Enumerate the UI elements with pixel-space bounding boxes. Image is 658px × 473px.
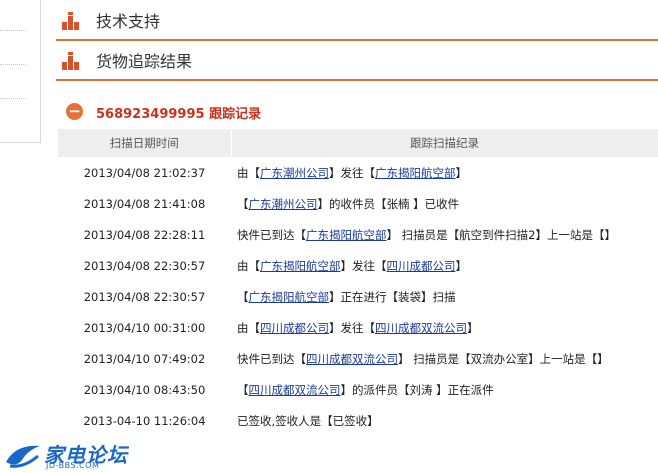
tracking-table: 扫描日期时间 跟踪扫描纪录 2013/04/08 21:02:37 由【广东潮州公… [58, 129, 658, 436]
scan-record: 【四川成都双流公司】的派件员【刘涛 】正在派件 [231, 374, 658, 405]
table-row: 2013/04/10 08:43:50 【四川成都双流公司】的派件员【刘涛 】正在… [58, 374, 658, 405]
scan-datetime: 2013/04/10 07:49:02 [83, 351, 206, 366]
left-sidebar-panel [0, 0, 41, 143]
location-link[interactable]: 广东揭阳航空部 [249, 290, 330, 304]
table-row: 2013/04/10 07:49:02 快件已到达【四川成都双流公司】 扫描员是【… [58, 343, 658, 374]
location-link[interactable]: 广东揭阳航空部 [306, 228, 387, 242]
record-text: 】 [455, 165, 468, 180]
record-text: 】发往【 [329, 320, 375, 335]
location-link[interactable]: 广东揭阳航空部 [260, 259, 341, 273]
record-text: 【 [237, 196, 249, 211]
scan-datetime: 2013/04/08 22:28:11 [83, 227, 206, 242]
table-row: 2013/04/08 22:30:57 由【广东揭阳航空部】发往【四川成都公司】 [58, 250, 658, 281]
record-text: 】 [455, 258, 468, 273]
column-header-record: 跟踪扫描纪录 [231, 129, 658, 157]
tracking-record-header: − 568923499995 跟踪记录 [66, 100, 656, 122]
sidebar-divider [0, 64, 26, 65]
scan-datetime: 2013/04/08 21:41:08 [83, 196, 206, 211]
table-row: 2013-04-10 11:26:04 已签收,签收人是【已签收】 [58, 405, 658, 436]
record-text: 】发往【 [340, 258, 387, 273]
scan-datetime: 2013/04/10 00:31:00 [83, 320, 206, 335]
record-text: 】的收件员【张楠 】已收件 [317, 196, 460, 211]
watermark-url: JD-BBS.COM [46, 461, 100, 470]
table-row: 2013/04/08 21:02:37 由【广东潮州公司】发往【广东揭阳航空部】 [58, 157, 658, 188]
location-link[interactable]: 四川成都公司 [387, 259, 456, 273]
scan-record: 【广东潮州公司】的收件员【张楠 】已收件 [231, 188, 658, 219]
sidebar-divider [0, 98, 26, 99]
section-title: 技术支持 [96, 12, 161, 31]
section-title: 货物追踪结果 [96, 52, 193, 71]
scan-record: 由【广东揭阳航空部】发往【四川成都公司】 [231, 250, 658, 281]
record-text: 由【 [237, 320, 260, 335]
record-text: 快件已到达【 [237, 351, 306, 366]
section-tracking-result[interactable]: 货物追踪结果 [56, 41, 658, 81]
table-header-row: 扫描日期时间 跟踪扫描纪录 [58, 129, 658, 157]
location-link[interactable]: 广东揭阳航空部 [375, 166, 456, 180]
column-header-date: 扫描日期时间 [58, 129, 232, 157]
record-text: 由【 [237, 165, 260, 180]
scan-record: 由【广东潮州公司】发往【广东揭阳航空部】 [231, 157, 658, 188]
scan-datetime: 2013/04/08 22:30:57 [83, 289, 206, 304]
forum-watermark-logo: 家电论坛 JD-BBS.COM [0, 437, 160, 473]
location-link[interactable]: 四川成都公司 [260, 321, 329, 335]
logo-icon [6, 445, 40, 468]
record-text: 】的派件员【刘涛 】正在派件 [340, 382, 494, 397]
table-row: 2013/04/08 22:28:11 快件已到达【广东揭阳航空部】 扫描员是【航… [58, 219, 658, 250]
table-row: 2013/04/08 21:41:08 【广东潮州公司】的收件员【张楠 】已收件 [58, 188, 658, 219]
bar-chart-icon [62, 12, 79, 30]
record-text: 快件已到达【 [237, 227, 306, 242]
scan-record: 已签收,签收人是【已签收】 [231, 405, 658, 436]
sidebar-divider [0, 30, 26, 31]
record-text: 】 扫描员是【双流办公室】上一站是【】 [398, 351, 609, 366]
record-text: 】 扫描员是【航空到件扫描2】上一站是【】 [386, 227, 616, 242]
location-link[interactable]: 四川成都双流公司 [375, 321, 467, 335]
location-link[interactable]: 广东潮州公司 [260, 166, 329, 180]
location-link[interactable]: 四川成都双流公司 [249, 383, 341, 397]
scan-datetime: 2013/04/08 22:30:57 [83, 258, 206, 273]
section-tech-support[interactable]: 技术支持 [56, 1, 658, 41]
bar-chart-icon [62, 52, 79, 70]
record-text: 【 [237, 382, 249, 397]
collapse-icon[interactable]: − [66, 103, 83, 120]
record-text: 】 [467, 320, 479, 335]
tracking-title: 568923499995 跟踪记录 [96, 107, 262, 122]
scan-record: 由【四川成都公司】发往【四川成都双流公司】 [231, 312, 658, 343]
scan-datetime: 2013/04/08 21:02:37 [83, 165, 206, 180]
scan-record: 【广东揭阳航空部】正在进行【装袋】扫描 [231, 281, 658, 312]
record-text: 】正在进行【装袋】扫描 [329, 289, 456, 304]
location-link[interactable]: 广东潮州公司 [249, 197, 318, 211]
scan-datetime: 2013-04-10 11:26:04 [83, 413, 206, 428]
record-text: 由【 [237, 258, 260, 273]
location-link[interactable]: 四川成都双流公司 [306, 352, 398, 366]
scan-record: 快件已到达【广东揭阳航空部】 扫描员是【航空到件扫描2】上一站是【】 [231, 219, 658, 250]
table-row: 2013/04/10 00:31:00 由【四川成都公司】发往【四川成都双流公司】 [58, 312, 658, 343]
record-text: 已签收,签收人是【已签收】 [237, 413, 379, 428]
record-text: 【 [237, 289, 249, 304]
record-text: 】发往【 [329, 165, 375, 180]
table-row: 2013/04/08 22:30:57 【广东揭阳航空部】正在进行【装袋】扫描 [58, 281, 658, 312]
scan-datetime: 2013/04/10 08:43:50 [83, 382, 206, 397]
scan-record: 快件已到达【四川成都双流公司】 扫描员是【双流办公室】上一站是【】 [231, 343, 658, 374]
